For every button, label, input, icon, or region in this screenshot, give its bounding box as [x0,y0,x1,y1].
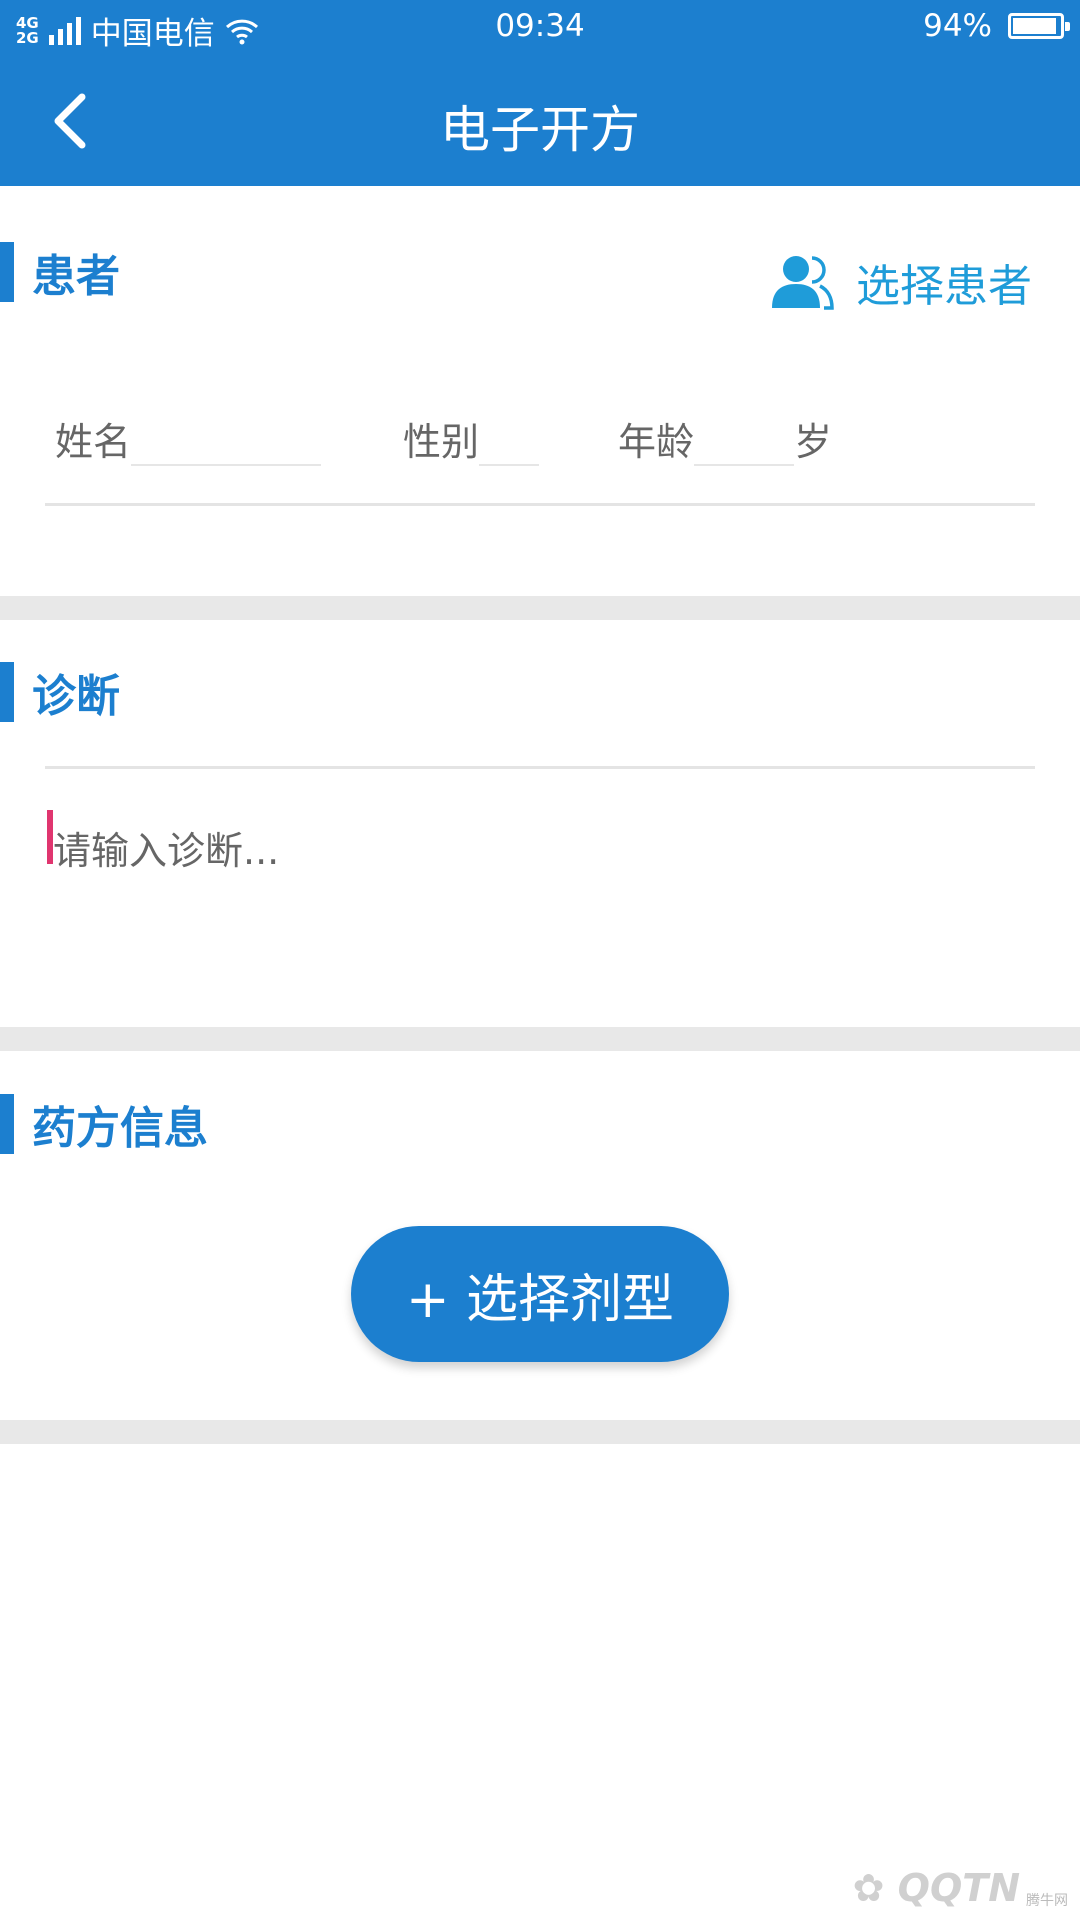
age-input[interactable] [694,410,795,466]
app-bar: 4G 2G 中国电信 09:34 94% 电子开方 [0,0,1080,186]
section-accent-bar [0,662,14,722]
select-patient-button[interactable]: 选择患者 [772,250,1032,314]
battery-icon [1008,13,1070,39]
diagnosis-section-header: 诊断 [0,662,120,722]
watermark: ✿ QQTN 腾牛网 [853,1866,1068,1910]
status-bar: 4G 2G 中国电信 09:34 94% [0,0,1080,58]
age-label: 年龄 [618,420,695,464]
age-field-group: 年龄 岁 [618,410,832,466]
gender-input[interactable] [479,410,540,466]
patient-divider [45,503,1035,506]
name-field-group: 姓名 [55,410,322,466]
diagnosis-divider [45,766,1035,769]
watermark-logo: ✿ QQTN [852,1866,1020,1910]
section-accent-bar [0,242,14,302]
section-separator [0,1027,1080,1051]
page-title: 电子开方 [440,101,640,159]
prescription-section-header: 药方信息 [0,1094,208,1154]
section-separator [0,1420,1080,1444]
diagnosis-input[interactable] [45,806,1035,1006]
status-right: 94% [923,8,1070,44]
name-label: 姓名 [55,420,132,464]
section-accent-bar [0,1094,14,1154]
patient-section-title: 患者 [32,251,120,302]
section-separator [0,596,1080,620]
users-icon [772,256,834,310]
patient-info-row: 姓名 性别 年龄 岁 [45,410,1035,506]
battery-fill [1013,18,1056,34]
select-patient-label: 选择患者 [856,261,1032,312]
battery-percent: 94% [923,8,992,44]
watermark-site-name: 腾牛网 [1026,1893,1068,1909]
diagnosis-section-title: 诊断 [32,671,120,722]
gender-field-group: 性别 [403,410,540,466]
patient-section-header: 患者 [0,242,120,302]
gender-label: 性别 [403,420,480,464]
text-caret [47,810,53,864]
select-dosage-form-button[interactable]: + 选择剂型 [351,1226,729,1362]
name-input[interactable] [131,410,322,466]
prescription-section-title: 药方信息 [32,1103,208,1154]
age-unit-label: 岁 [794,420,833,464]
status-time: 09:34 [495,8,585,44]
